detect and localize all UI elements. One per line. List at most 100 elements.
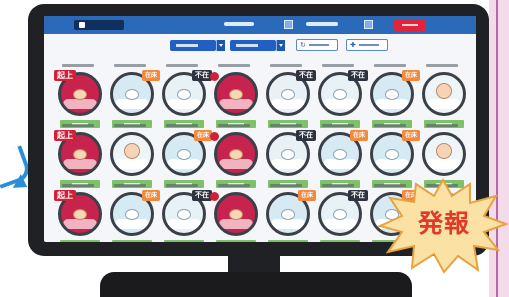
bed-shape — [115, 99, 149, 109]
pillow-shape — [125, 209, 139, 220]
patient-room-label — [426, 64, 458, 67]
status-badge: 不在 — [348, 190, 368, 201]
status-badge: 不在 — [296, 70, 316, 81]
pillow-shape — [73, 149, 87, 160]
alert-dot-icon — [210, 132, 219, 141]
pillow-shape — [229, 149, 243, 160]
patient-room-label — [322, 64, 354, 67]
patient-room-label — [218, 124, 250, 127]
patient-room-label — [166, 124, 198, 127]
filter-select-unit-dropdown[interactable] — [276, 40, 285, 51]
bed-shape — [427, 159, 461, 169]
patient-room-label — [166, 64, 198, 67]
baby-icon — [422, 132, 466, 176]
baby-face-shape — [124, 143, 140, 159]
filter-select-floor[interactable] — [170, 40, 216, 51]
bed-alert-icon — [214, 132, 258, 176]
bed-shape — [63, 159, 97, 169]
pillow-shape — [73, 209, 87, 220]
bed-shape — [63, 99, 97, 109]
status-badge: 不在 — [348, 70, 368, 81]
refresh-button[interactable]: ↻ — [296, 39, 338, 51]
pillow-shape — [385, 149, 399, 160]
patient-room-label — [114, 64, 146, 67]
patient-room-label — [270, 124, 302, 127]
header-user-text — [306, 22, 338, 26]
patient-room-label — [62, 124, 94, 127]
header-toggle-a[interactable] — [284, 20, 293, 29]
patient-room-label — [166, 184, 198, 187]
bed-shape — [427, 99, 461, 109]
pillow-shape — [229, 89, 243, 100]
bed-shape — [219, 99, 253, 109]
alert-dot-icon — [210, 72, 219, 81]
status-badge: 不在 — [296, 130, 316, 141]
pillow-shape — [177, 89, 191, 100]
bed-shape — [167, 99, 201, 109]
patient-name-tag — [112, 240, 152, 242]
pillow-shape — [73, 89, 87, 100]
chevron-down-icon — [279, 44, 283, 47]
patient-name-tag — [320, 240, 360, 242]
bed-shape — [323, 159, 357, 169]
bed-shape — [115, 219, 149, 229]
patient-room-label — [374, 64, 406, 67]
chevron-down-icon — [219, 44, 223, 47]
bed-shape — [375, 159, 409, 169]
alert-burst-label: 発報 — [418, 209, 471, 238]
patient-cell[interactable]: 不在 — [158, 182, 212, 242]
baby-face-shape — [436, 83, 452, 99]
pillow-shape — [281, 149, 295, 160]
patient-room-label — [62, 184, 94, 187]
logo-mark-icon — [79, 22, 85, 28]
bed-shape — [271, 219, 305, 229]
patient-room-label — [218, 184, 250, 187]
refresh-button-label — [308, 44, 329, 46]
pillow-shape — [125, 89, 139, 100]
bed-shape — [271, 99, 305, 109]
pillow-shape — [385, 89, 399, 100]
patient-name-tag — [216, 240, 256, 242]
patient-room-label — [114, 124, 146, 127]
status-badge: 起上 — [54, 130, 76, 141]
plus-icon: ✚ — [350, 40, 356, 49]
status-badge: 不在 — [192, 70, 212, 81]
baby-icon — [110, 132, 154, 176]
bed-shape — [375, 99, 409, 109]
patient-name-tag — [60, 240, 100, 242]
patient-room-label — [270, 64, 302, 67]
filter-select-unit-label — [236, 44, 258, 47]
bed-shape — [323, 219, 357, 229]
bed-shape — [167, 159, 201, 169]
filter-toolbar: ↻ ✚ — [44, 34, 476, 58]
bed-shape — [167, 219, 201, 229]
filter-select-unit[interactable] — [230, 40, 276, 51]
add-button[interactable]: ✚ — [346, 39, 388, 51]
patient-cell[interactable]: 在床 — [262, 182, 316, 242]
filter-select-floor-dropdown[interactable] — [216, 40, 225, 51]
patient-cell[interactable]: 在床 — [106, 182, 160, 242]
app-header — [44, 16, 476, 34]
patient-name-tag — [268, 240, 308, 242]
pillow-shape — [333, 209, 347, 220]
header-facility-text — [224, 22, 254, 26]
status-badge: 起上 — [54, 190, 76, 201]
pillow-shape — [333, 89, 347, 100]
pillow-shape — [281, 209, 295, 220]
status-badge: 不在 — [192, 190, 212, 201]
patient-cell[interactable]: 不在 — [314, 182, 368, 242]
bed-shape — [63, 219, 97, 229]
patient-cell[interactable] — [210, 182, 262, 242]
baby-face-shape — [436, 143, 452, 159]
patient-room-label — [322, 124, 354, 127]
patient-cell[interactable]: 起上 — [54, 182, 106, 242]
refresh-icon: ↻ — [300, 40, 306, 49]
header-toggle-b[interactable] — [364, 20, 373, 29]
add-button-label — [358, 44, 379, 46]
header-logout-button[interactable] — [394, 19, 426, 31]
patient-room-label — [322, 184, 354, 187]
patient-room-label — [426, 124, 458, 127]
bed-alert-icon — [214, 192, 258, 236]
baby-icon — [422, 72, 466, 116]
app-logo[interactable] — [74, 20, 124, 30]
